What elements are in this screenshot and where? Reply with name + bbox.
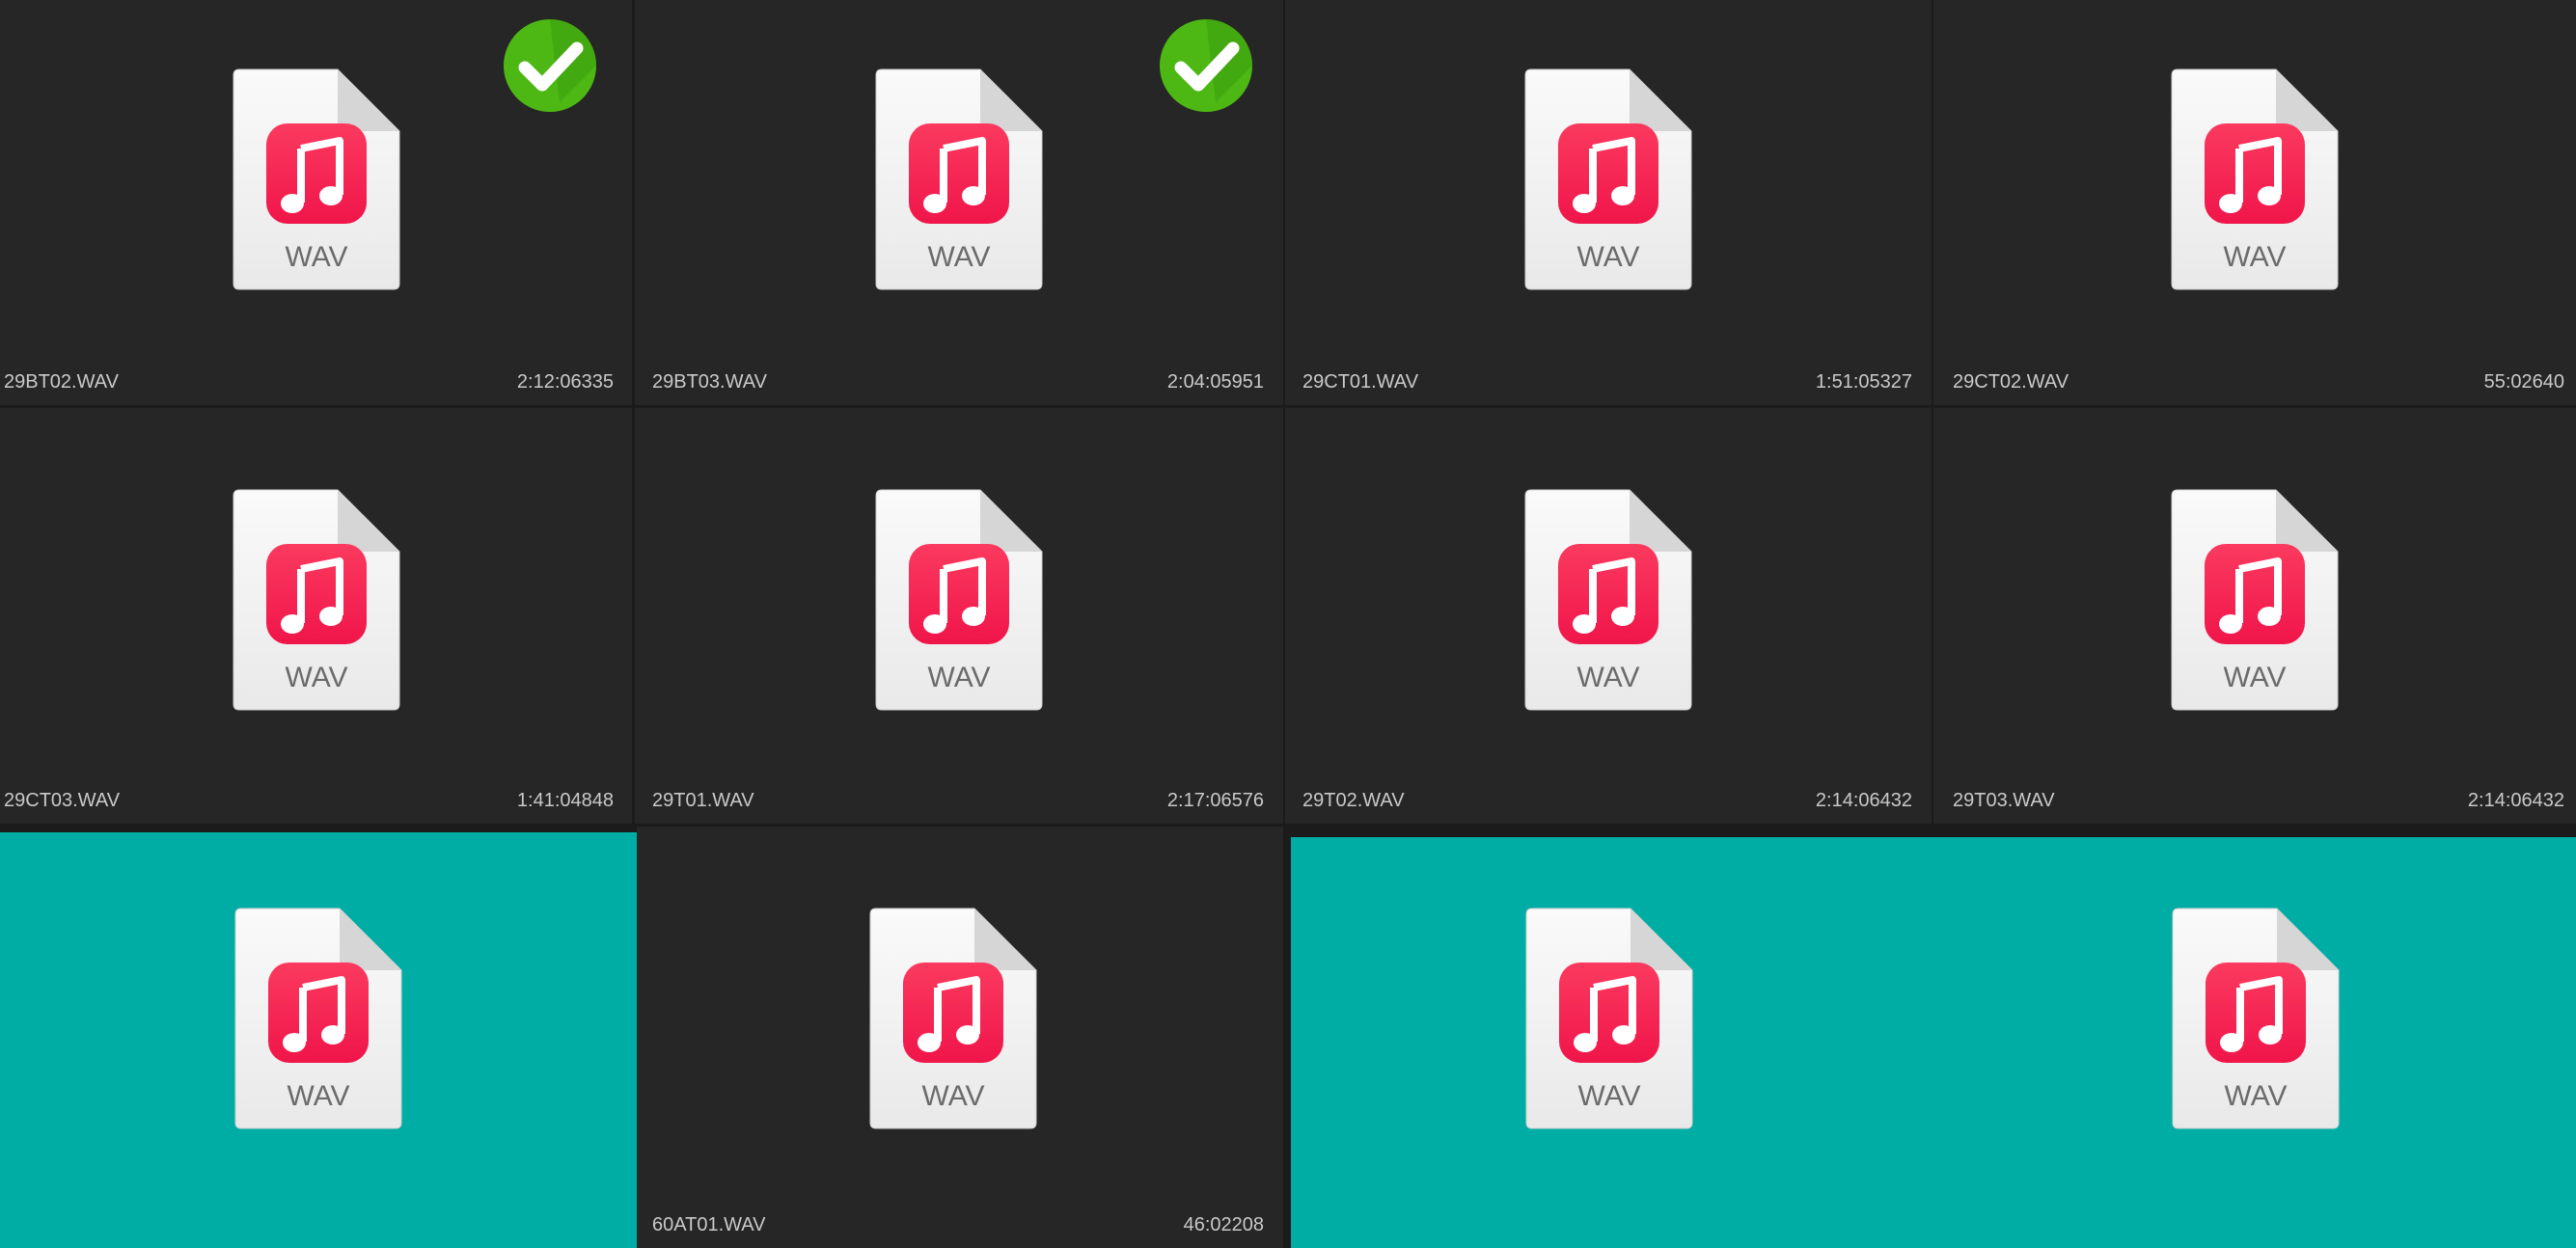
file-tile[interactable]: WAV 29BT03.WAV 2:04:05951	[635, 0, 1283, 405]
svg-text:WAV: WAV	[288, 1080, 350, 1112]
audio-file-icon: WAV	[874, 68, 1044, 291]
file-tile[interactable]: WAV 29T02.WAV 2:14:06432	[1285, 408, 1932, 824]
svg-text:WAV: WAV	[928, 241, 991, 273]
file-duration: 2:17:06576	[1166, 790, 1264, 811]
svg-text:WAV: WAV	[928, 662, 991, 693]
svg-text:WAV: WAV	[285, 241, 347, 273]
audio-file-icon: WAV	[232, 488, 401, 712]
svg-text:WAV: WAV	[285, 662, 347, 693]
file-duration: 1:51:05327	[1815, 371, 1912, 393]
svg-text:WAV: WAV	[2224, 662, 2287, 693]
checkmark-badge-icon	[502, 17, 598, 114]
audio-file-icon: WAV	[233, 907, 403, 1130]
media-grid: WAV 29BT02.WAV 2:12:06335 WAV 29BT03.WAV…	[0, 0, 2576, 1248]
file-duration: 2:14:06432	[1815, 790, 1912, 811]
audio-file-icon: WAV	[2171, 907, 2341, 1130]
file-tile[interactable]: WAV 29CT01.WAV 1:51:05327	[1285, 0, 1932, 405]
file-tile[interactable]: WAV 29T03.WAV 2:14:06432	[1933, 408, 2576, 824]
svg-text:WAV: WAV	[2224, 1080, 2287, 1112]
checkmark-badge-icon	[1158, 17, 1254, 114]
file-name: 29T01.WAV	[652, 790, 754, 811]
file-name: 29CT02.WAV	[1953, 371, 2069, 393]
audio-file-icon: WAV	[1523, 488, 1693, 712]
audio-file-icon: WAV	[232, 68, 401, 291]
file-name: 29BT02.WAV	[4, 371, 119, 393]
svg-text:WAV: WAV	[1577, 662, 1640, 693]
audio-file-icon: WAV	[874, 488, 1044, 712]
file-duration: 2:14:06432	[2467, 790, 2564, 811]
file-tile[interactable]: WAV 29T01.WAV 2:17:06576	[635, 408, 1283, 824]
file-tile[interactable]: WAV 29CT02.WAV 55:02640	[1933, 0, 2576, 405]
file-name: 29CT03.WAV	[4, 790, 121, 811]
file-tile[interactable]: WAV 60AT01.WAV 46:02208	[637, 827, 1283, 1248]
file-duration: 46:02208	[1183, 1214, 1264, 1235]
audio-file-icon: WAV	[868, 907, 1038, 1130]
audio-file-icon: WAV	[2170, 68, 2340, 291]
file-duration: 2:12:06335	[516, 371, 614, 393]
audio-file-icon: WAV	[1523, 68, 1693, 291]
file-tile[interactable]: WAV 29CT03.WAV 1:41:04848	[0, 408, 632, 824]
file-duration: 2:04:05951	[1166, 371, 1264, 393]
file-tile-selected[interactable]: WAV	[1934, 837, 2576, 1248]
audio-file-icon: WAV	[2170, 488, 2340, 712]
file-tile-selected[interactable]: WAV	[0, 832, 637, 1248]
file-name: 29T03.WAV	[1953, 790, 2055, 811]
svg-text:WAV: WAV	[1577, 241, 1640, 273]
file-duration: 55:02640	[2483, 371, 2564, 393]
file-tile[interactable]: WAV 29BT02.WAV 2:12:06335	[0, 0, 632, 405]
svg-text:WAV: WAV	[922, 1080, 985, 1112]
file-tile-selected[interactable]: WAV	[1291, 837, 1934, 1248]
file-name: 29BT03.WAV	[652, 371, 767, 393]
file-name: 60AT01.WAV	[652, 1214, 766, 1235]
svg-text:WAV: WAV	[2224, 241, 2287, 273]
file-name: 29T02.WAV	[1302, 790, 1405, 811]
file-name: 29CT01.WAV	[1302, 371, 1419, 393]
svg-text:WAV: WAV	[1577, 1080, 1640, 1112]
file-duration: 1:41:04848	[516, 790, 614, 811]
audio-file-icon: WAV	[1524, 907, 1694, 1130]
